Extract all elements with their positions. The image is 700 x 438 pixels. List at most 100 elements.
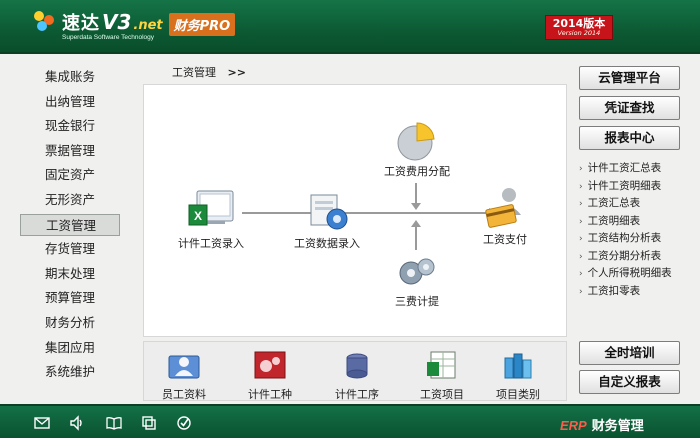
book-icon[interactable] <box>106 415 122 431</box>
bottom-item-piece-type[interactable]: 计件工种 <box>240 350 300 402</box>
logo-version: V3 <box>102 10 132 34</box>
chevron-right-icon: › <box>579 164 583 174</box>
report-link-label: 计件工资明细表 <box>587 179 662 192</box>
app-header: 速达 V3 .net Superdata Software Technology… <box>0 0 700 54</box>
flow-node-three-fees[interactable]: 三费计提 <box>374 253 460 309</box>
cloud-platform-button[interactable]: 云管理平台 <box>579 66 680 90</box>
menu-item-payroll[interactable]: 工资管理 <box>20 213 120 236</box>
breadcrumb-current: 工资管理 <box>172 66 216 79</box>
report-link-wage-period[interactable]: › 工资分期分析表 <box>579 248 697 266</box>
footer-brand: ERP 财务管理 <box>560 415 644 434</box>
bottom-item-label: 员工资料 <box>162 388 206 401</box>
logo-mark-icon <box>34 9 58 33</box>
bottom-item-wage-items[interactable]: 工资项目 <box>412 350 472 402</box>
report-link-label: 计件工资汇总表 <box>587 162 662 174</box>
document-gear-icon <box>310 194 348 230</box>
report-link-wage-structure[interactable]: › 工资结构分析表 <box>579 230 697 248</box>
bottom-toolbar: 员工资料 计件工种 计件工序 工资项目 项目类别 <box>143 341 567 401</box>
bottom-item-employee-info[interactable]: 员工资料 <box>154 350 214 402</box>
report-link-piece-detail[interactable]: › 计件工资明细表 <box>579 178 697 196</box>
breadcrumb: 工资管理 >> <box>172 64 246 80</box>
pro-badge: 财务PRO <box>168 13 236 36</box>
chevron-right-icon: › <box>579 234 583 244</box>
flow-node-payment[interactable]: 工资支付 <box>462 185 548 247</box>
chevron-right-icon: › <box>579 269 583 279</box>
report-link-label: 工资结构分析表 <box>587 232 662 244</box>
chevron-right-icon: › <box>579 181 583 192</box>
arrow-down-icon <box>411 203 421 210</box>
flow-node-label: 计件工资录入 <box>178 237 244 250</box>
footer-erp: ERP <box>560 418 587 433</box>
bottom-item-piece-process[interactable]: 计件工序 <box>327 350 387 402</box>
flow-node-label: 三费计提 <box>395 295 439 308</box>
menu-item-cashier[interactable]: 出纳管理 <box>20 91 120 113</box>
report-link-piece-summary[interactable]: › 计件工资汇总表 <box>579 160 697 178</box>
spreadsheet-icon <box>427 351 456 379</box>
barrel-icon <box>346 353 368 379</box>
mail-icon[interactable] <box>34 415 50 431</box>
chevron-right-icon: › <box>579 286 583 297</box>
report-list: › 计件工资汇总表 › 计件工资明细表 › 工资汇总表 › 工资明细表 › 工资结构分析表… <box>579 160 697 300</box>
menu-item-bills[interactable]: 票据管理 <box>20 140 120 162</box>
flow-node-label: 工资费用分配 <box>384 165 450 178</box>
person-card-icon <box>485 188 521 228</box>
report-link-wage-summary[interactable]: › 工资汇总表 <box>579 195 697 213</box>
books-icon <box>504 353 532 379</box>
training-button[interactable]: 全时培训 <box>579 341 680 365</box>
app-footer: ERP 财务管理 <box>0 404 700 438</box>
version-main: 2014版本 <box>552 17 606 30</box>
speaker-icon[interactable] <box>69 415 85 431</box>
logo-net: .net <box>133 18 163 33</box>
report-link-income-tax[interactable]: › 个人所得税明细表 <box>579 265 697 283</box>
bottom-item-label: 计件工种 <box>248 388 292 401</box>
report-link-label: 工资汇总表 <box>587 197 641 209</box>
flow-node-piece-entry[interactable]: X 计件工资录入 <box>168 189 254 251</box>
flow-line-bottom <box>415 226 417 250</box>
menu-item-budget[interactable]: 预算管理 <box>20 287 120 309</box>
voucher-search-button[interactable]: 凭证查找 <box>579 96 680 120</box>
menu-item-fixed-assets[interactable]: 固定资产 <box>20 164 120 186</box>
menu-item-group[interactable]: 集团应用 <box>20 337 120 359</box>
flow-node-data-entry[interactable]: 工资数据录入 <box>284 189 370 251</box>
report-link-label: 工资分期分析表 <box>587 249 662 262</box>
footer-brand-name: 财务管理 <box>591 419 644 434</box>
menu-item-financial-analysis[interactable]: 财务分析 <box>20 312 120 334</box>
flow-node-label: 工资数据录入 <box>294 237 360 250</box>
menu-item-cash-bank[interactable]: 现金银行 <box>20 115 120 137</box>
logo-subtitle: Superdata Software Technology <box>62 34 155 41</box>
menu-item-period-end[interactable]: 期末处理 <box>20 263 120 285</box>
svg-text:X: X <box>194 209 202 223</box>
breadcrumb-separator: >> <box>227 66 246 79</box>
menu-item-system-maintenance[interactable]: 系统维护 <box>20 361 120 383</box>
flow-line-top <box>415 183 417 205</box>
flow-node-label: 工资支付 <box>483 233 527 246</box>
version-badge: 2014版本 Version 2014 <box>545 15 613 40</box>
menu-item-integrated-accounting[interactable]: 集成账务 <box>20 66 120 88</box>
payroll-flow-canvas: X 计件工资录入 工资数据录入 工资费用分配 工资支付 三费计提 <box>143 84 567 337</box>
gears-icon <box>399 258 435 285</box>
bottom-item-item-category[interactable]: 项目类别 <box>488 350 548 402</box>
report-link-label: 个人所得税明细表 <box>587 267 672 279</box>
menu-item-inventory[interactable]: 存货管理 <box>20 238 120 260</box>
report-center-button[interactable]: 报表中心 <box>579 126 680 150</box>
report-link-label: 工资明细表 <box>587 214 641 227</box>
left-menu: 集成账务 出纳管理 现金银行 票据管理 固定资产 无形资产 工资管理 存货管理 … <box>0 56 135 402</box>
logo-name: 速达 <box>62 13 100 34</box>
check-icon[interactable] <box>176 415 192 431</box>
chevron-right-icon: › <box>579 216 583 227</box>
custom-report-button[interactable]: 自定义报表 <box>579 370 680 394</box>
chevron-right-icon: › <box>579 199 583 209</box>
bottom-item-label: 工资项目 <box>420 388 464 401</box>
employee-folder-icon <box>168 355 200 379</box>
pie-chart-icon <box>397 122 435 161</box>
report-link-wage-detail[interactable]: › 工资明细表 <box>579 213 697 231</box>
chevron-right-icon: › <box>579 251 583 262</box>
flow-node-allocation[interactable]: 工资费用分配 <box>372 119 462 179</box>
monitor-spreadsheet-icon: X <box>188 190 234 226</box>
menu-item-intangible-assets[interactable]: 无形资产 <box>20 189 120 211</box>
window-icon[interactable] <box>141 415 157 431</box>
version-sub: Version 2014 <box>557 29 601 37</box>
gears-red-icon <box>254 351 286 379</box>
report-link-label: 工资扣零表 <box>587 284 641 297</box>
report-link-wage-rounding[interactable]: › 工资扣零表 <box>579 283 697 301</box>
